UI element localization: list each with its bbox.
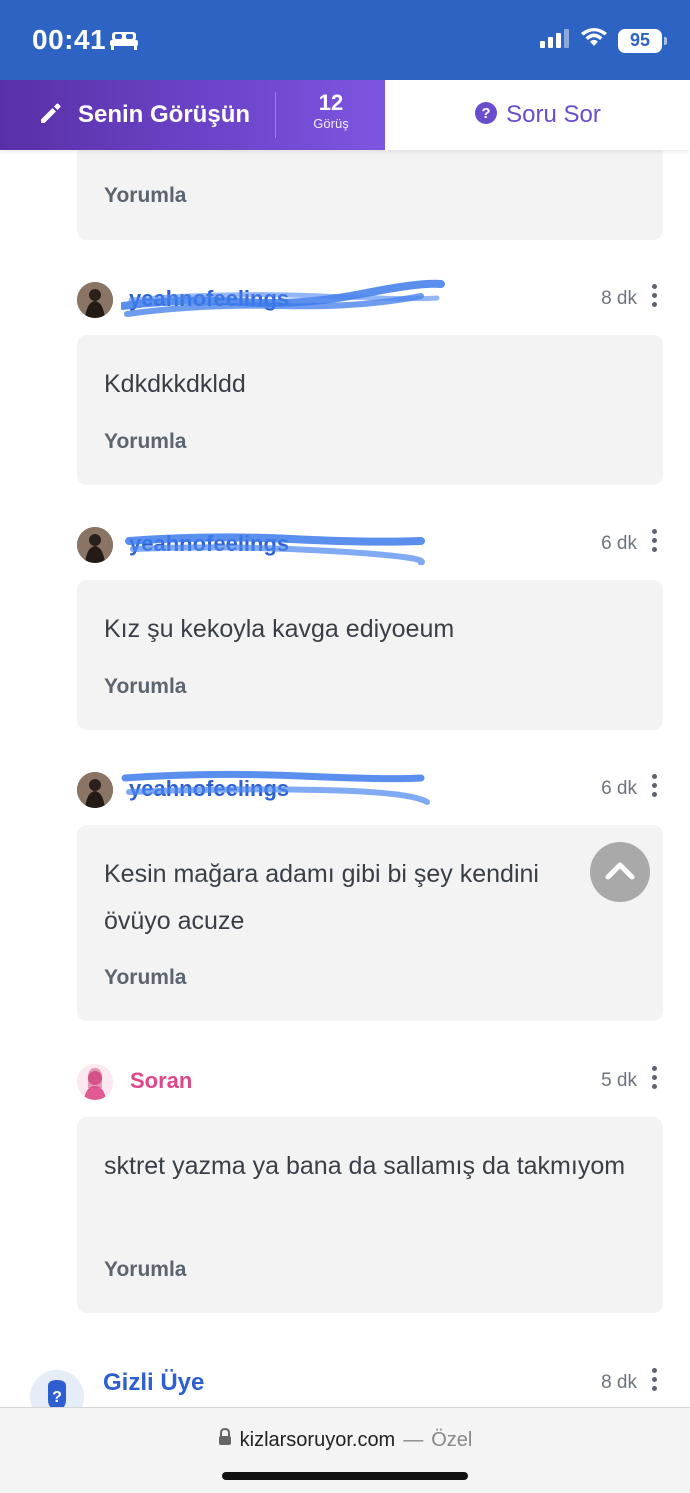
svg-text:?: ? <box>482 105 491 122</box>
answer-time: 8 dk <box>601 1372 637 1393</box>
home-indicator[interactable] <box>222 1472 468 1480</box>
url-separator: — <box>403 1428 424 1451</box>
browser-url-bar: kizlarsoruyor.com — Özel <box>0 1407 690 1493</box>
status-time: 00:41 <box>32 24 107 55</box>
comment-text: sktret yazma ya bana da sallamış da takm… <box>104 1152 626 1180</box>
kebab-menu-icon[interactable] <box>647 284 661 310</box>
redaction-scribble <box>121 279 445 317</box>
comment-header: yeahnofeelings 6 dk <box>77 525 667 565</box>
reply-link[interactable]: Yorumla <box>104 1258 186 1282</box>
avatar[interactable] <box>77 527 113 563</box>
kebab-menu-icon[interactable] <box>647 1066 661 1092</box>
ask-question-button[interactable]: ? Soru Sor <box>385 80 690 150</box>
reply-link[interactable]: Yorumla <box>104 430 186 454</box>
private-mode-label: Özel <box>431 1428 473 1451</box>
redaction-scribble <box>121 770 430 805</box>
asker-avatar[interactable] <box>77 1064 113 1100</box>
opinion-count[interactable]: 12 Görüş <box>290 90 372 132</box>
reply-link[interactable]: Yorumla <box>104 966 186 990</box>
question-circle-icon: ? <box>474 101 498 130</box>
kebab-menu-icon[interactable] <box>647 1368 661 1394</box>
comment-text: Kız şu kekoyla kavga ediyoeum <box>104 615 455 643</box>
battery-icon: 95 <box>618 28 667 53</box>
avatar[interactable] <box>77 772 113 808</box>
comment-card: Kız şu kekoyla kavga ediyoeum Yorumla <box>77 580 663 730</box>
kebab-menu-icon[interactable] <box>647 529 661 555</box>
scroll-to-top-button[interactable] <box>590 842 650 902</box>
comment-time: 5 dk <box>601 1070 637 1091</box>
comment-time: 8 dk <box>601 288 637 309</box>
lock-icon <box>218 1427 232 1452</box>
comment-text: Kesin mağara adamı gibi bi şey kendini ö… <box>104 860 539 935</box>
page: 00:41 95 Senin Görüşün 12 Görüş ? Soru S… <box>0 0 690 1493</box>
comment-header: yeahnofeelings 6 dk <box>77 770 667 810</box>
kebab-menu-icon[interactable] <box>647 774 661 800</box>
status-indicators: 95 <box>540 28 667 53</box>
signal-icon <box>540 28 570 53</box>
wifi-icon <box>580 28 608 53</box>
reply-link[interactable]: Yorumla <box>104 675 186 699</box>
your-opinion-button[interactable]: Senin Görüşün <box>38 80 250 150</box>
bed-icon <box>110 30 138 55</box>
status-bar: 00:41 95 <box>0 0 690 80</box>
comment-text: Kdkdkkdkldd <box>104 370 246 398</box>
svg-text:?: ? <box>52 1389 62 1406</box>
comment-header: Soran 5 dk <box>77 1062 667 1102</box>
comment-card: Kdkdkkdkldd Yorumla <box>77 335 663 485</box>
divider <box>275 92 276 138</box>
answer-meta: 8 dk <box>77 1364 667 1404</box>
comment-card: sktret yazma ya bana da sallamış da takm… <box>77 1117 663 1313</box>
ask-question-label: Soru Sor <box>506 101 601 128</box>
opinion-count-label: Görüş <box>313 116 349 131</box>
pencil-icon <box>38 100 64 131</box>
url-domain: kizlarsoruyor.com <box>239 1428 396 1451</box>
action-bar: Senin Görüşün 12 Görüş ? Soru Sor <box>0 80 690 150</box>
comment-card: Kesin mağara adamı gibi bi şey kendini ö… <box>77 825 663 1021</box>
comment-time: 6 dk <box>601 778 637 799</box>
opinion-panel: Senin Görüşün 12 Görüş <box>0 80 385 150</box>
asker-name[interactable]: Soran <box>130 1068 192 1094</box>
redaction-scribble <box>125 533 425 565</box>
chevron-up-icon <box>605 860 635 885</box>
comment-header: yeahnofeelings 8 dk <box>77 279 667 320</box>
opinion-count-number: 12 <box>318 90 344 115</box>
your-opinion-label: Senin Görüşün <box>78 101 251 128</box>
avatar[interactable] <box>77 282 113 318</box>
address-field[interactable]: kizlarsoruyor.com — Özel <box>0 1427 690 1452</box>
comment-time: 6 dk <box>601 533 637 554</box>
reply-link[interactable]: Yorumla <box>104 184 186 208</box>
